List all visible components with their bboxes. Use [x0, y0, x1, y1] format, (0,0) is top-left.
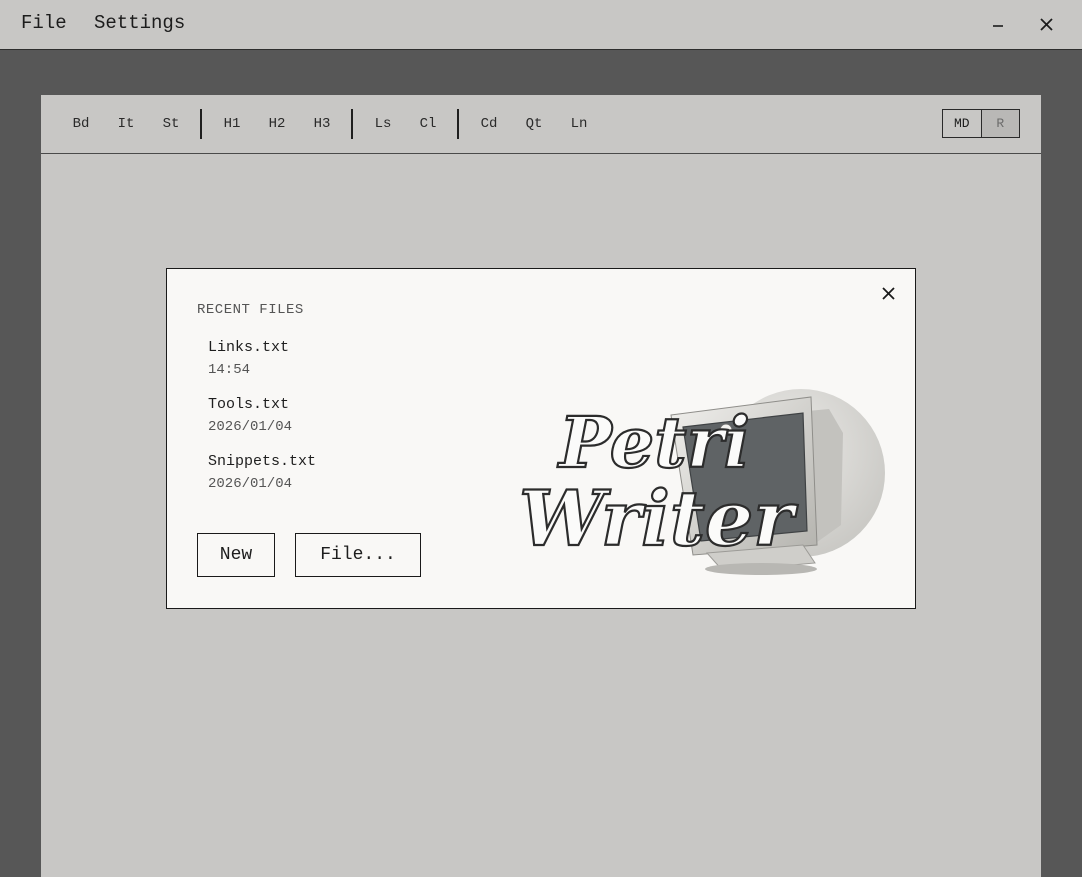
- logo-line1: Petri: [557, 401, 750, 484]
- recent-files-heading: RECENT FILES: [197, 302, 304, 318]
- new-file-button[interactable]: New: [197, 533, 275, 577]
- recent-file-name: Links.txt: [208, 339, 290, 356]
- recent-files-dialog: RECENT FILES Links.txt 14:54 Tools.txt 2…: [166, 268, 916, 609]
- recent-file-name: Tools.txt: [208, 396, 290, 413]
- recent-file-name: Snippets.txt: [208, 453, 317, 470]
- recent-file-item[interactable]: Links.txt 14:54: [208, 339, 358, 387]
- recent-file-item[interactable]: Snippets.txt 2026/01/04: [208, 453, 358, 501]
- rendered-mode-button[interactable]: R: [981, 110, 1019, 137]
- recent-file-date: 14:54: [208, 362, 251, 378]
- logo-line2: Writer: [519, 474, 798, 563]
- heading3-button[interactable]: H3: [304, 116, 340, 132]
- dialog-close-button[interactable]: [878, 283, 900, 305]
- minimize-button[interactable]: [984, 10, 1012, 38]
- link-button[interactable]: Ln: [561, 116, 597, 132]
- toolbar-divider: [351, 109, 353, 139]
- menu-bar: File Settings: [0, 0, 1082, 50]
- heading2-button[interactable]: H2: [259, 116, 295, 132]
- menu-settings[interactable]: Settings: [94, 12, 185, 34]
- toolbar-divider: [200, 109, 202, 139]
- menu-file[interactable]: File: [21, 12, 67, 34]
- italic-button[interactable]: It: [108, 116, 144, 132]
- list-button[interactable]: Ls: [365, 116, 401, 132]
- format-toolbar: Bd It St H1 H2 H3 Ls Cl Cd Qt Ln MD R: [41, 95, 1041, 154]
- quote-button[interactable]: Qt: [516, 116, 552, 132]
- strikethrough-button[interactable]: St: [153, 116, 189, 132]
- code-button[interactable]: Cd: [471, 116, 507, 132]
- heading1-button[interactable]: H1: [214, 116, 250, 132]
- recent-file-item[interactable]: Tools.txt 2026/01/04: [208, 396, 358, 444]
- petri-writer-logo: Petri Writer: [518, 389, 885, 575]
- open-file-button[interactable]: File...: [295, 533, 421, 577]
- window-close-button[interactable]: [1033, 10, 1061, 38]
- toolbar-divider: [457, 109, 459, 139]
- minimize-icon: [993, 25, 1003, 27]
- close-icon: [882, 287, 895, 300]
- bold-button[interactable]: Bd: [63, 116, 99, 132]
- markdown-mode-button[interactable]: MD: [943, 110, 982, 137]
- recent-file-date: 2026/01/04: [208, 419, 293, 435]
- view-mode-toggle: MD R: [942, 109, 1020, 138]
- checklist-button[interactable]: Cl: [410, 116, 446, 132]
- close-icon: [1040, 18, 1053, 31]
- recent-file-date: 2026/01/04: [208, 476, 293, 492]
